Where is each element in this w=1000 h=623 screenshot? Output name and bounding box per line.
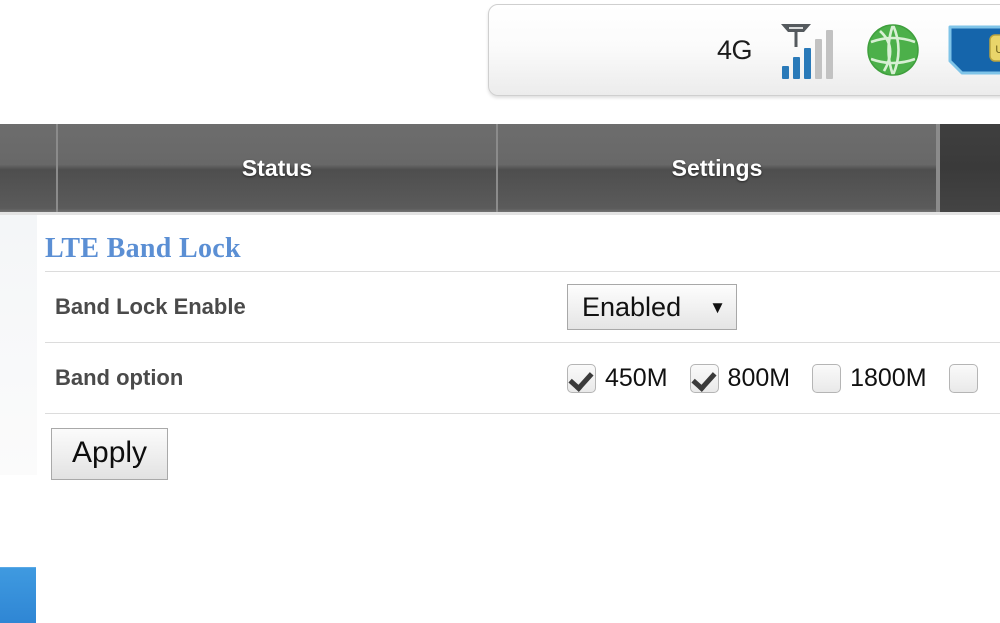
status-panel: 4G U xyxy=(488,4,1000,96)
checkbox-450m[interactable] xyxy=(567,363,596,393)
chevron-down-icon: ▼ xyxy=(709,297,726,317)
checkbox-450m-label: 450M xyxy=(605,363,668,392)
band-option-checkbox-group: 450M 800M 1800M xyxy=(567,363,1000,393)
checkbox-1800m[interactable] xyxy=(812,363,842,393)
network-globe-icon xyxy=(864,21,922,79)
row-band-option: Band option 450M 800M 1800M xyxy=(37,343,1000,413)
signal-bars xyxy=(782,30,834,79)
sim-chip-label: US xyxy=(995,44,1000,56)
nav-tab-status[interactable]: Status xyxy=(58,124,498,212)
checkbox-800m[interactable] xyxy=(689,363,719,393)
signal-bar-5 xyxy=(826,30,834,79)
band-option-450m[interactable]: 450M xyxy=(567,363,668,393)
band-option-800m[interactable]: 800M xyxy=(689,363,791,393)
signal-bar-3 xyxy=(804,48,812,79)
apply-button-wrap: Apply xyxy=(37,414,1000,480)
checkbox-1800m-label: 1800M xyxy=(850,363,927,392)
band-option-next[interactable] xyxy=(948,363,987,393)
sidebar-strip xyxy=(0,215,37,623)
band-option-1800m[interactable]: 1800M xyxy=(812,363,927,393)
band-lock-enable-select[interactable]: Enabled ▼ xyxy=(567,284,737,330)
content-panel: LTE Band Lock Band Lock Enable Enabled ▼… xyxy=(37,215,1000,550)
nav-tab-settings[interactable]: Settings xyxy=(498,124,938,212)
signal-strength-icon xyxy=(776,19,840,81)
nav-tab-left-edge[interactable] xyxy=(0,124,58,212)
band-lock-enable-value: Enabled xyxy=(582,291,682,322)
checkbox-800m-label: 800M xyxy=(727,363,791,392)
signal-bar-4 xyxy=(815,39,823,79)
status-icon-row: 4G U xyxy=(489,5,1000,95)
nav-tab-right[interactable] xyxy=(938,124,1000,212)
band-option-label: Band option xyxy=(55,365,184,390)
network-type-label: 4G xyxy=(717,34,753,65)
sim-card-icon: US xyxy=(946,23,1000,77)
row-band-lock-enable: Band Lock Enable Enabled ▼ xyxy=(37,272,1000,342)
band-lock-enable-label: Band Lock Enable xyxy=(55,294,246,319)
page-title: LTE Band Lock xyxy=(45,233,241,264)
apply-button[interactable]: Apply xyxy=(51,428,169,480)
signal-bar-2 xyxy=(793,57,801,79)
checkbox-next[interactable] xyxy=(948,363,978,393)
sidebar-item-active-indicator[interactable] xyxy=(0,567,36,623)
signal-bar-1 xyxy=(782,66,790,79)
main-navigation: Status Settings xyxy=(0,124,1000,215)
